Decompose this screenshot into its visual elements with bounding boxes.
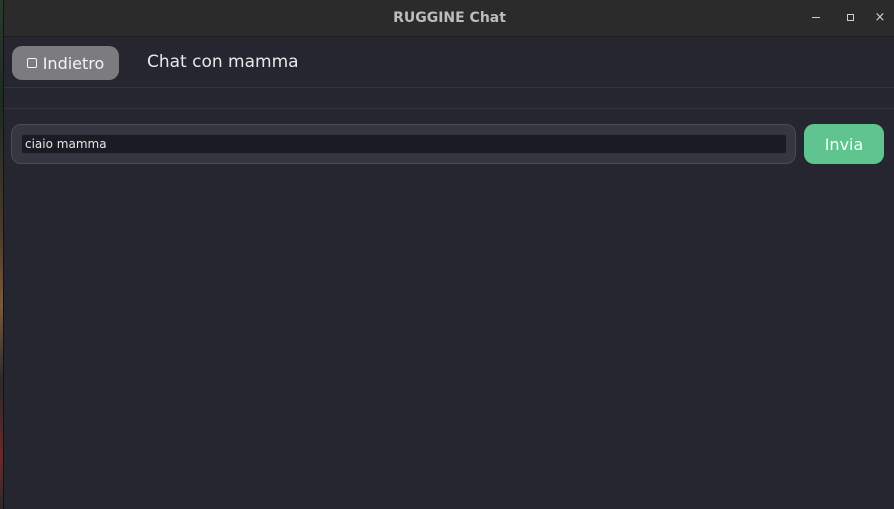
minimize-button[interactable] (801, 0, 831, 36)
message-input-container[interactable] (11, 124, 796, 164)
messages-area (4, 88, 894, 109)
message-input[interactable] (22, 135, 786, 153)
back-button[interactable]: Indietro (12, 46, 119, 80)
chat-header: Indietro Chat con mamma (4, 37, 894, 88)
close-button[interactable]: × (865, 0, 894, 36)
close-icon: × (874, 10, 886, 25)
window-titlebar[interactable]: RUGGINE Chat × (4, 0, 894, 37)
minimize-icon (812, 17, 820, 18)
message-composer: Invia (4, 109, 894, 169)
window-title: RUGGINE Chat (393, 10, 506, 26)
maximize-icon (846, 14, 854, 21)
chat-title: Chat con mamma (147, 52, 299, 72)
app-window: RUGGINE Chat × Indietro Chat con mamma I… (3, 0, 894, 509)
send-button[interactable]: Invia (804, 124, 884, 164)
maximize-button[interactable] (835, 0, 865, 36)
back-button-label: Indietro (42, 53, 105, 73)
square-icon (26, 58, 37, 68)
